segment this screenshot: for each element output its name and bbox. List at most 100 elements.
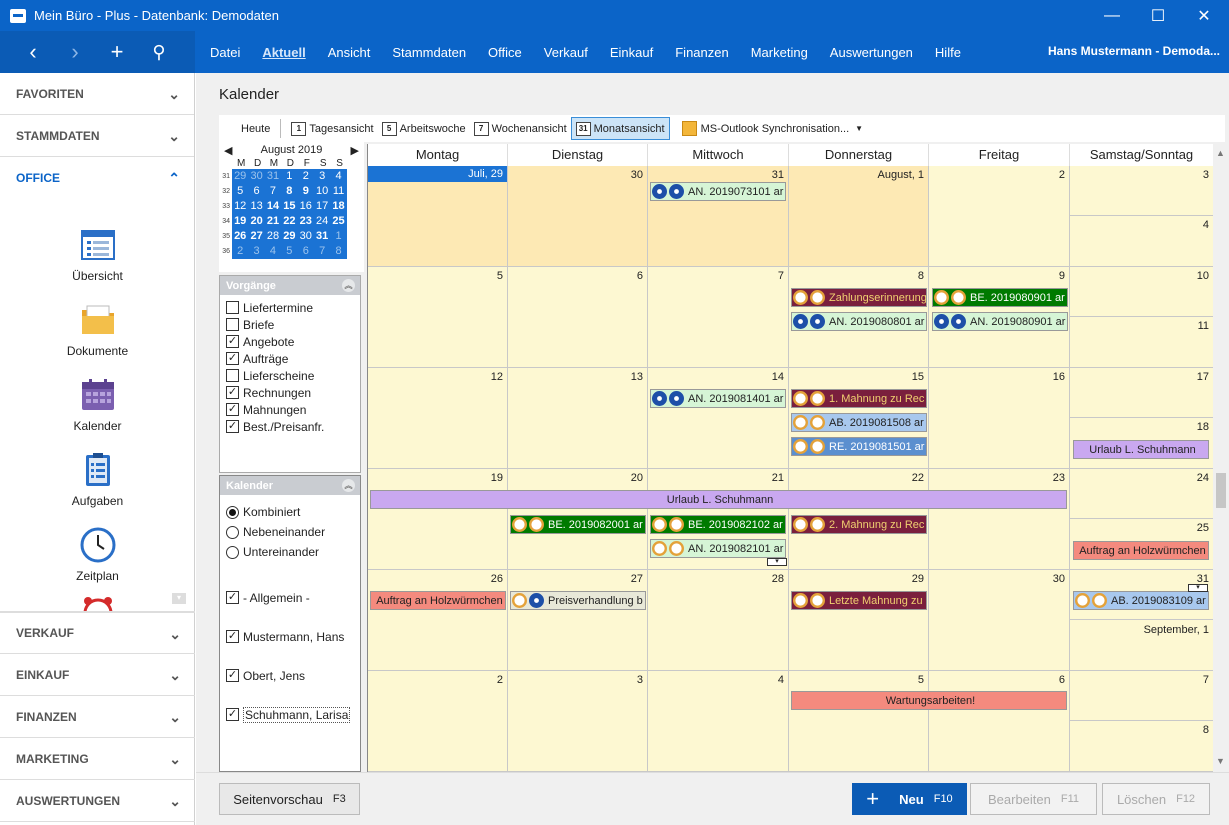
mode-kombiniert[interactable]: Kombiniert — [220, 502, 360, 522]
day-cell[interactable]: 6 — [929, 671, 1070, 772]
mini-calendar-day[interactable]: 12 — [232, 199, 248, 214]
weekend-cell[interactable]: 7 — [1070, 671, 1214, 721]
mini-calendar-day[interactable]: 29 — [281, 229, 297, 244]
mini-calendar-day[interactable]: 23 — [298, 214, 314, 229]
sidebar-section-finanzen[interactable]: FINANZEN ⌄ — [0, 696, 195, 738]
weekend-cell[interactable]: 8 — [1070, 721, 1214, 772]
mini-calendar-day[interactable]: 17 — [314, 199, 330, 214]
calendar-event[interactable]: Zahlungserinnerung — [791, 288, 927, 307]
calendar-event[interactable]: RE. 2019081501 ar — [791, 437, 927, 456]
tagesansicht-button[interactable]: 1 Tagesansicht — [287, 117, 377, 140]
day-cell[interactable]: 2 — [929, 166, 1070, 267]
sidebar-section-office[interactable]: OFFICE ⌃ — [0, 157, 194, 199]
mini-calendar-day[interactable]: 4 — [330, 169, 346, 184]
mini-calendar-day[interactable]: 8 — [281, 184, 297, 199]
mini-calendar-day[interactable]: 8 — [330, 244, 346, 259]
calendar-event[interactable]: Auftrag an Holzwürmchen — [1073, 541, 1209, 560]
menu-datei[interactable]: Datei — [199, 45, 251, 60]
mini-calendar-day[interactable]: 3 — [248, 244, 264, 259]
calendar-event[interactable]: AN. 2019080801 ar — [791, 312, 927, 331]
day-cell[interactable]: 26 — [368, 570, 508, 671]
user-name[interactable]: Hans Mustermann - Demoda... — [1048, 44, 1220, 58]
calendar-mustermann[interactable]: ✓ Mustermann, Hans — [220, 617, 360, 656]
weekend-cell[interactable]: September, 1 — [1070, 620, 1214, 671]
vorgang-filter[interactable]: ✓ Angebote — [220, 333, 360, 350]
menu-einkauf[interactable]: Einkauf — [599, 45, 664, 60]
calendar-event[interactable]: 1. Mahnung zu Rec — [791, 389, 927, 408]
sidebar-section-auswertungen[interactable]: AUSWERTUNGEN ⌄ — [0, 780, 195, 822]
loeschen-button[interactable]: Löschen F12 — [1102, 783, 1210, 815]
calendar-schuhmann[interactable]: ✓ Schuhmann, Larisa — [220, 695, 360, 734]
day-cell[interactable]: 28 — [648, 570, 789, 671]
mini-calendar-day[interactable]: 18 — [330, 199, 346, 214]
mini-calendar-day[interactable]: 16 — [298, 199, 314, 214]
mini-calendar-day[interactable]: 28 — [265, 229, 281, 244]
prev-month-icon[interactable]: ◀ — [224, 144, 232, 157]
arbeitswoche-button[interactable]: 5 Arbeitswoche — [378, 117, 470, 140]
sidebar-item-aufgaben[interactable]: Aufgaben — [0, 452, 195, 508]
sidebar-section-verkauf[interactable]: VERKAUF ⌄ — [0, 612, 195, 654]
mini-calendar-day[interactable]: 26 — [232, 229, 248, 244]
calendar-event[interactable]: Urlaub L. Schuhmann — [1073, 440, 1209, 459]
neu-button[interactable]: + Neu F10 — [852, 783, 967, 815]
mini-calendar-day[interactable]: 27 — [248, 229, 264, 244]
day-cell[interactable]: 23 — [929, 469, 1070, 570]
monatsansicht-button[interactable]: 31 Monatsansicht — [570, 117, 670, 140]
day-cell[interactable]: 30 — [929, 570, 1070, 671]
expand-icon[interactable]: ▾ — [172, 593, 186, 604]
sidebar-section-marketing[interactable]: MARKETING ⌄ — [0, 738, 195, 780]
minimize-button[interactable]: — — [1089, 0, 1135, 31]
collapse-icon[interactable]: ︽ — [342, 479, 355, 492]
mini-calendar-day[interactable]: 1 — [281, 169, 297, 184]
menu-verkauf[interactable]: Verkauf — [533, 45, 599, 60]
calendar-event[interactable]: BE. 2019082102 ar — [650, 515, 786, 534]
mini-calendar-day[interactable]: 31 — [314, 229, 330, 244]
mini-calendar-day[interactable]: 10 — [314, 184, 330, 199]
vorgang-filter[interactable]: ✓ Best./Preisanfr. — [220, 418, 360, 435]
vorgang-filter[interactable]: Liefertermine — [220, 299, 360, 316]
add-icon[interactable]: + — [96, 39, 138, 65]
vorgang-filter[interactable]: ✓ Mahnungen — [220, 401, 360, 418]
menu-hilfe[interactable]: Hilfe — [924, 45, 972, 60]
day-cell[interactable]: 14 — [648, 368, 789, 469]
day-cell[interactable]: 16 — [929, 368, 1070, 469]
day-cell[interactable]: 5 — [789, 671, 929, 772]
sidebar-section-einkauf[interactable]: EINKAUF ⌄ — [0, 654, 195, 696]
menu-stammdaten[interactable]: Stammdaten — [381, 45, 477, 60]
sidebar-item-kalender[interactable]: Kalender — [0, 377, 195, 433]
seitenvorschau-button[interactable]: Seitenvorschau F3 — [219, 783, 360, 815]
more-events-icon[interactable]: ▾ — [767, 558, 787, 566]
mini-calendar-day[interactable]: 4 — [265, 244, 281, 259]
vorgang-filter[interactable]: ✓ Rechnungen — [220, 384, 360, 401]
day-cell[interactable]: 6 — [508, 267, 648, 368]
menu-office[interactable]: Office — [477, 45, 533, 60]
calendar-allgemein[interactable]: ✓ - Allgemein - — [220, 578, 360, 617]
mini-calendar-day[interactable]: 1 — [330, 229, 346, 244]
sidebar-item-zeitplan[interactable]: Zeitplan — [0, 527, 195, 583]
mini-calendar-day[interactable]: 22 — [281, 214, 297, 229]
calendar-event[interactable]: AN. 2019080901 ar — [932, 312, 1068, 331]
bearbeiten-button[interactable]: Bearbeiten F11 — [970, 783, 1097, 815]
weekend-cell[interactable]: 10 — [1070, 267, 1214, 317]
scroll-down-icon[interactable]: ▼ — [1216, 756, 1225, 766]
menu-auswertungen[interactable]: Auswertungen — [819, 45, 924, 60]
day-cell[interactable]: 5 — [368, 267, 508, 368]
calendar-event[interactable]: Preisverhandlung b — [510, 591, 646, 610]
mini-calendar-day[interactable]: 3 — [314, 169, 330, 184]
calendar-event[interactable]: AN. 2019081401 ar — [650, 389, 786, 408]
back-icon[interactable]: ‹ — [12, 39, 54, 65]
day-cell[interactable]: 30 — [508, 166, 648, 267]
vorgang-filter[interactable]: Lieferscheine — [220, 367, 360, 384]
mini-calendar-day[interactable]: 7 — [314, 244, 330, 259]
mini-calendar-day[interactable]: 6 — [298, 244, 314, 259]
outlook-sync-button[interactable]: MS-Outlook Synchronisation... ▼ — [678, 117, 868, 140]
mini-calendar-day[interactable]: 19 — [232, 214, 248, 229]
grid-scrollbar[interactable]: ▲ ▼ — [1213, 144, 1229, 772]
next-month-icon[interactable]: ▶ — [351, 144, 359, 157]
mini-calendar-day[interactable]: 29 — [232, 169, 248, 184]
day-cell[interactable]: 3 — [508, 671, 648, 772]
maximize-button[interactable]: ☐ — [1135, 0, 1181, 31]
mini-calendar-day[interactable]: 21 — [265, 214, 281, 229]
calendar-event[interactable]: AN. 2019082101 ar — [650, 539, 786, 558]
calendar-event[interactable]: AB. 2019083109 ar — [1073, 591, 1209, 610]
